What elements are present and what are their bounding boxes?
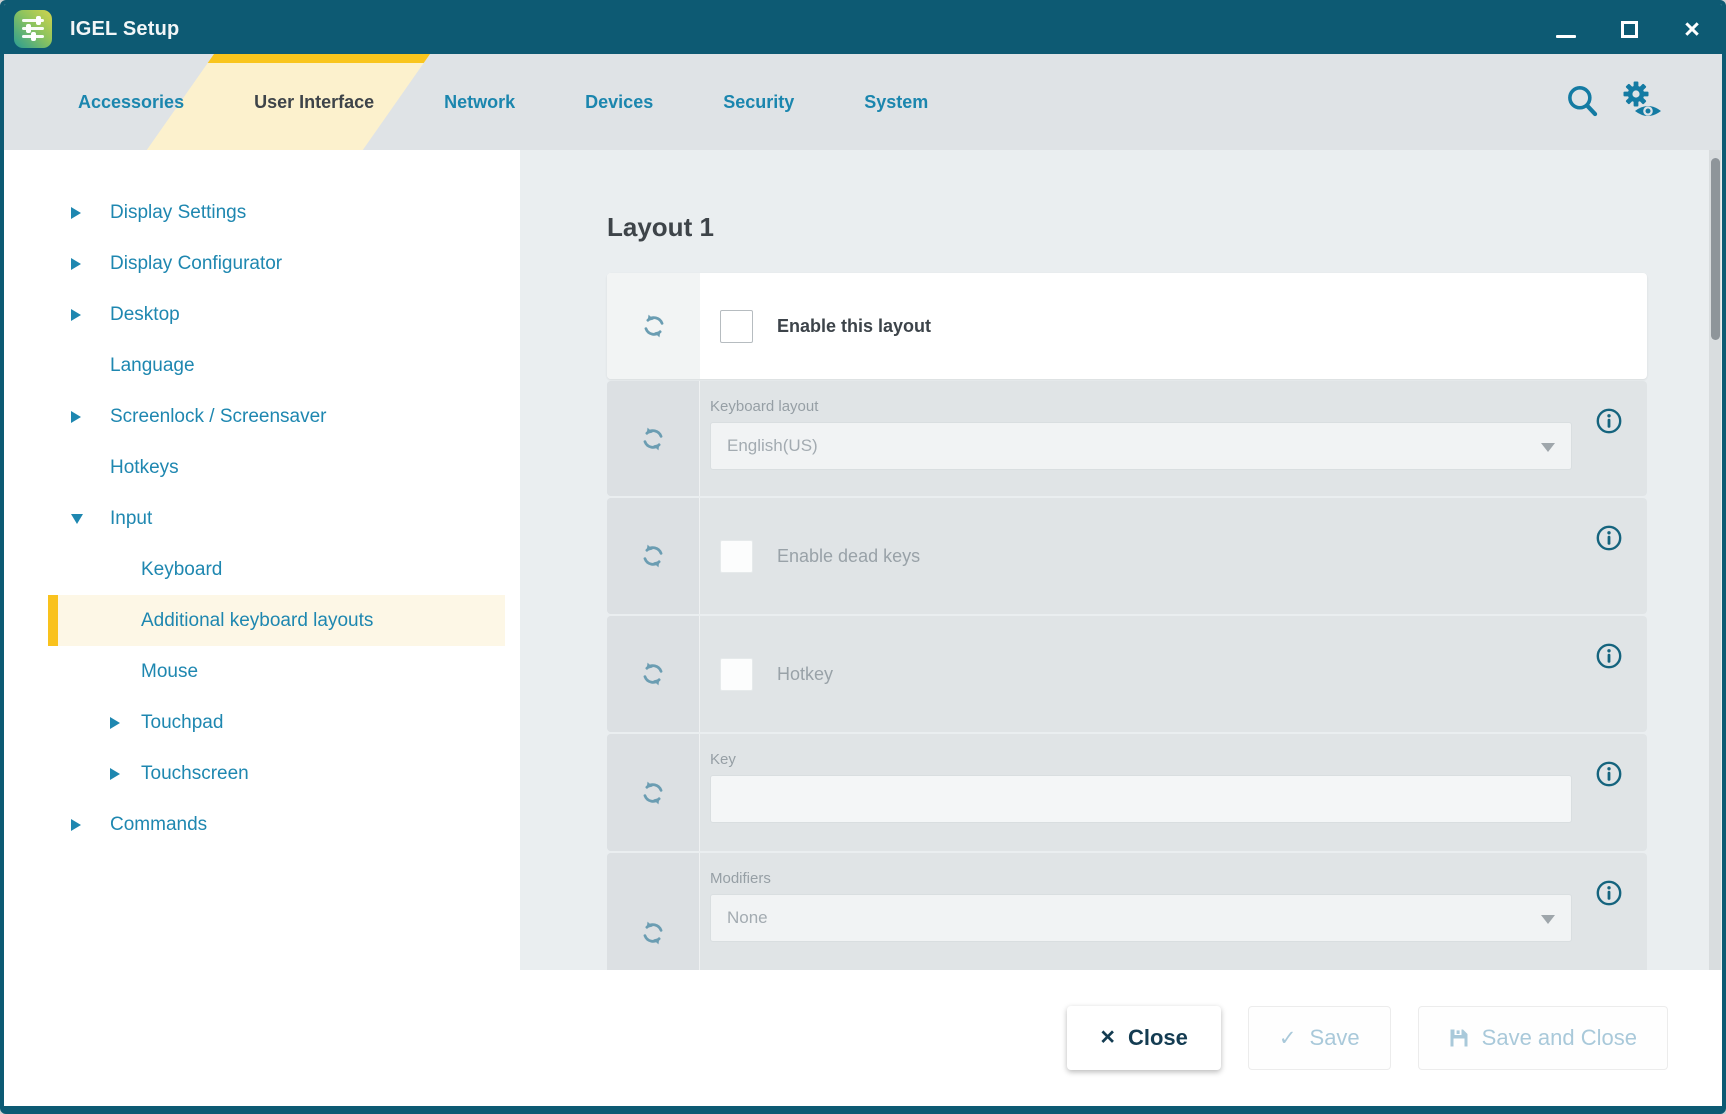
reset-icon (639, 311, 669, 341)
collapsed-arrow-icon[interactable] (110, 768, 120, 780)
sidebar-item-commands[interactable]: Commands (4, 799, 520, 850)
field-label: Key (710, 751, 1647, 768)
reset-parameter-button[interactable] (607, 498, 700, 614)
modifiers-select[interactable]: None (710, 894, 1572, 942)
field-label: Modifiers (710, 870, 1647, 887)
collapsed-arrow-icon[interactable] (71, 309, 81, 321)
info-button[interactable] (1595, 524, 1623, 557)
tab-system[interactable]: System (864, 54, 928, 150)
info-icon (1595, 642, 1623, 670)
checkbox-label: Enable dead keys (777, 546, 920, 567)
search-icon (1562, 81, 1604, 123)
hotkey-checkbox[interactable] (720, 658, 753, 691)
info-button[interactable] (1595, 879, 1623, 912)
app-logo-icon (14, 10, 52, 48)
sidebar-item-keyboard[interactable]: Keyboard (4, 544, 520, 595)
window-title: IGEL Setup (70, 18, 179, 41)
titlebar: IGEL Setup × (4, 4, 1722, 54)
tab-user-interface[interactable]: User Interface (254, 54, 374, 150)
reset-parameter-button[interactable] (607, 273, 700, 379)
checkbox-label: Hotkey (777, 664, 833, 685)
info-button[interactable] (1595, 407, 1623, 440)
sidebar-item-display-settings[interactable]: Display Settings (4, 187, 520, 238)
reset-icon (638, 424, 668, 454)
collapsed-arrow-icon[interactable] (71, 207, 81, 219)
sidebar-item-hotkeys[interactable]: Hotkeys (4, 442, 520, 493)
close-icon: × (1684, 16, 1700, 43)
sidebar-item-touchpad[interactable]: Touchpad (4, 697, 520, 748)
minimize-icon (1556, 35, 1576, 38)
collapsed-arrow-icon[interactable] (110, 717, 120, 729)
setting-row-enable-dead-keys: Enable dead keys (607, 498, 1647, 614)
close-window-button[interactable]: × (1670, 7, 1714, 51)
field-label: Keyboard layout (710, 398, 1647, 415)
info-button[interactable] (1595, 642, 1623, 675)
save-button[interactable]: ✓ Save (1248, 1006, 1391, 1070)
keyboard-layout-select[interactable]: English(US) (710, 422, 1572, 470)
reset-icon (638, 541, 668, 571)
maximize-icon (1621, 21, 1638, 38)
check-icon: ✓ (1279, 1026, 1297, 1051)
setting-row-keyboard-layout: Keyboard layout English(US) (607, 381, 1647, 496)
reset-icon (638, 778, 668, 808)
minimize-button[interactable] (1544, 7, 1588, 51)
sidebar-item-additional-keyboard-layouts[interactable]: Additional keyboard layouts (4, 595, 520, 646)
info-icon (1595, 524, 1623, 552)
chevron-down-icon (1541, 915, 1555, 924)
select-value: English(US) (727, 436, 818, 455)
setting-row-modifiers: Modifiers None (607, 853, 1647, 970)
reset-icon (638, 918, 668, 948)
reset-parameter-button[interactable] (607, 616, 700, 732)
setting-row-key: Key (607, 734, 1647, 851)
settings-panel: Layout 1 (520, 150, 1722, 970)
view-settings-button[interactable] (1618, 80, 1666, 124)
info-button[interactable] (1595, 760, 1623, 793)
reset-parameter-button[interactable] (607, 734, 700, 851)
vertical-scrollbar (1709, 150, 1721, 970)
page-title: Layout 1 (607, 212, 1722, 244)
checkbox-label: Enable this layout (777, 316, 931, 337)
tab-network[interactable]: Network (444, 54, 515, 150)
gear-eye-icon (1618, 80, 1666, 124)
sidebar-item-display-configurator[interactable]: Display Configurator (4, 238, 520, 289)
sidebar-item-mouse[interactable]: Mouse (4, 646, 520, 697)
setting-row-hotkey: Hotkey (607, 616, 1647, 732)
reset-parameter-button[interactable] (607, 853, 700, 970)
tab-devices[interactable]: Devices (585, 54, 653, 150)
key-input[interactable] (710, 775, 1572, 823)
expanded-arrow-icon[interactable] (71, 514, 83, 524)
collapsed-arrow-icon[interactable] (71, 411, 81, 423)
enable-dead-keys-checkbox[interactable] (720, 540, 753, 573)
sidebar-item-input[interactable]: Input (4, 493, 520, 544)
info-icon (1595, 760, 1623, 788)
search-button[interactable] (1562, 81, 1604, 123)
igel-setup-window: IGEL Setup × Accessories User Interface … (0, 0, 1726, 1114)
scrollbar-thumb[interactable] (1711, 158, 1720, 340)
info-icon (1595, 879, 1623, 907)
sidebar-item-screenlock-screensaver[interactable]: Screenlock / Screensaver (4, 391, 520, 442)
sidebar-item-language[interactable]: Language (4, 340, 520, 391)
main-tabbar: Accessories User Interface Network Devic… (4, 54, 1722, 150)
sidebar-item-desktop[interactable]: Desktop (4, 289, 520, 340)
close-x-icon: × (1100, 1023, 1115, 1052)
enable-this-layout-checkbox[interactable] (720, 310, 753, 343)
collapsed-arrow-icon[interactable] (71, 258, 81, 270)
setting-row-enable-this-layout: Enable this layout (607, 273, 1647, 379)
select-value: None (727, 908, 768, 927)
reset-icon (638, 659, 668, 689)
info-icon (1595, 407, 1623, 435)
save-and-close-button[interactable]: Save and Close (1418, 1006, 1668, 1070)
maximize-button[interactable] (1607, 7, 1651, 51)
reset-parameter-button[interactable] (607, 381, 700, 496)
collapsed-arrow-icon[interactable] (71, 819, 81, 831)
tab-security[interactable]: Security (723, 54, 794, 150)
settings-tree-sidebar: Display Settings Display Configurator De… (4, 150, 520, 970)
sidebar-item-touchscreen[interactable]: Touchscreen (4, 748, 520, 799)
floppy-disk-icon (1449, 1028, 1469, 1048)
close-button[interactable]: × Close (1067, 1006, 1221, 1070)
chevron-down-icon (1541, 443, 1555, 452)
action-bar: × Close ✓ Save Save and Close (4, 970, 1722, 1106)
